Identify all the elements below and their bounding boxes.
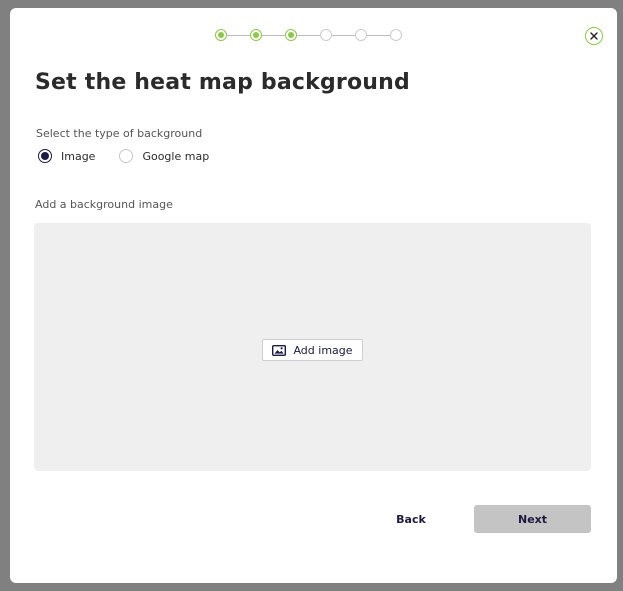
next-button[interactable]: Next <box>474 505 591 533</box>
radio-google-map[interactable] <box>119 149 134 163</box>
radio-option-google-map[interactable]: Google map <box>119 149 209 163</box>
step-5-pending <box>355 29 367 41</box>
radio-image-label: Image <box>61 149 96 163</box>
progress-stepper <box>215 28 402 42</box>
step-2-complete <box>250 29 262 41</box>
add-image-button[interactable]: Add image <box>262 339 363 361</box>
step-6-pending <box>390 29 402 41</box>
page-title: Set the heat map background <box>35 70 410 95</box>
radio-option-image[interactable]: Image <box>38 149 95 163</box>
close-button[interactable] <box>585 27 603 45</box>
image-dropzone[interactable]: Add image <box>34 223 591 471</box>
step-connector <box>262 34 285 36</box>
step-connector <box>332 34 355 36</box>
radio-image[interactable] <box>38 149 52 163</box>
step-connector <box>367 34 390 36</box>
close-icon <box>590 32 598 40</box>
step-3-current <box>285 29 297 41</box>
heatmap-background-dialog: Set the heat map background Select the t… <box>10 8 617 583</box>
background-type-radio-group: Image Google map <box>38 149 209 163</box>
step-connector <box>227 34 250 36</box>
back-button[interactable]: Back <box>382 505 440 533</box>
step-4-pending <box>320 29 332 41</box>
image-icon <box>272 344 287 356</box>
step-connector <box>297 34 320 36</box>
background-type-label: Select the type of background <box>36 127 203 140</box>
background-image-label: Add a background image <box>35 198 173 211</box>
radio-google-map-label: Google map <box>142 149 210 163</box>
add-image-label: Add image <box>293 343 353 357</box>
step-1-complete <box>215 29 227 41</box>
